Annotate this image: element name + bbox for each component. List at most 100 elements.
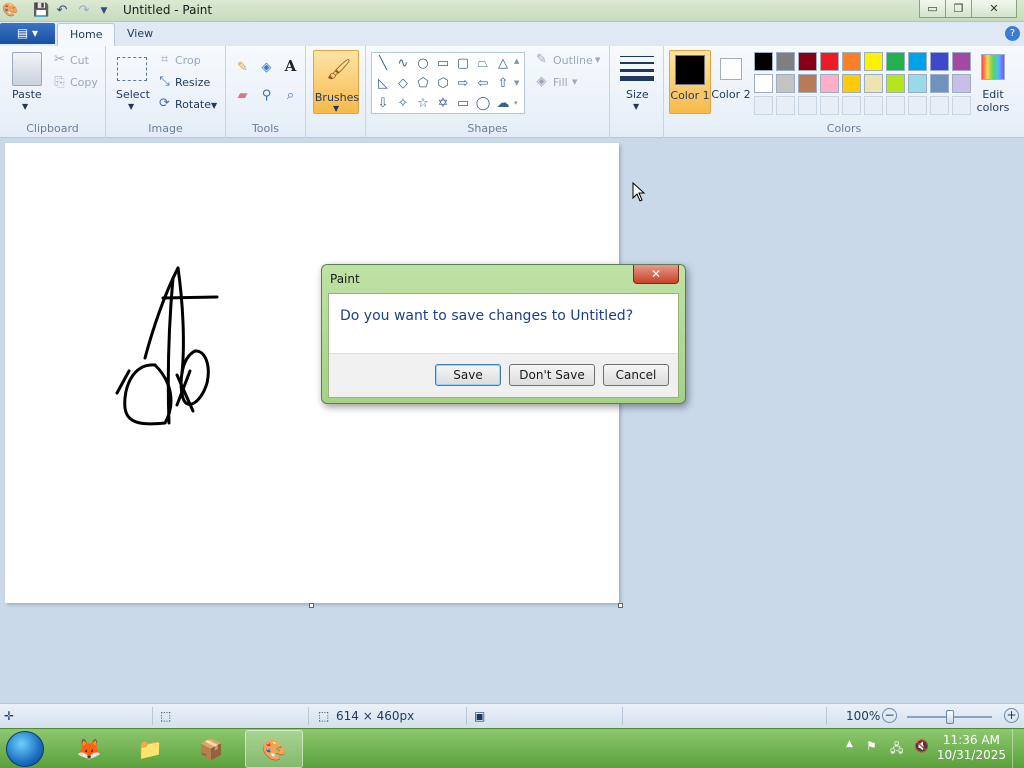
polygon-shape-icon[interactable]: ⏢ <box>474 55 492 72</box>
rectangle-shape-icon[interactable]: ▭ <box>434 55 452 72</box>
shapes-expand-icon[interactable]: ▾ <box>514 99 518 107</box>
select-icon[interactable] <box>117 57 147 81</box>
outline-dropdown-icon[interactable]: ▼ <box>595 56 600 64</box>
resize-handle-corner[interactable] <box>618 603 623 608</box>
diamond-shape-icon[interactable]: ◇ <box>394 75 412 92</box>
rotate-button[interactable]: Rotate <box>175 98 211 111</box>
line-shape-icon[interactable]: ╲ <box>374 55 392 72</box>
minimize-button[interactable]: ▭ <box>919 0 946 18</box>
dont-save-button[interactable]: Don't Save <box>509 364 595 386</box>
shapes-scroll-up-icon[interactable]: ▲ <box>514 57 519 65</box>
magnifier-icon[interactable]: ⌕ <box>282 88 299 105</box>
zoom-in-button[interactable]: + <box>1004 708 1019 723</box>
color-swatch[interactable] <box>886 74 905 93</box>
tab-view[interactable]: View <box>115 23 165 46</box>
fill-dropdown-icon[interactable]: ▼ <box>572 78 577 86</box>
color-picker-icon[interactable]: ⚲ <box>258 88 275 105</box>
fill-button[interactable]: Fill <box>553 76 568 89</box>
color-swatch[interactable] <box>930 74 949 93</box>
six-point-star-shape-icon[interactable]: ✡ <box>434 95 452 112</box>
crop-button[interactable]: Crop <box>175 54 201 67</box>
paste-icon[interactable] <box>12 52 42 86</box>
select-button[interactable]: Select <box>116 88 150 101</box>
cloud-callout-shape-icon[interactable]: ☁ <box>494 95 512 112</box>
customize-toolbar-icon[interactable]: ▼ <box>96 3 112 19</box>
outline-button[interactable]: Outline <box>553 54 593 67</box>
dialog-close-button[interactable]: ✕ <box>633 265 679 284</box>
maximize-button[interactable]: ❐ <box>945 0 972 18</box>
left-arrow-shape-icon[interactable]: ⇦ <box>474 75 492 92</box>
copy-button[interactable]: Copy <box>70 76 98 89</box>
close-button[interactable]: ✕ <box>971 0 1017 18</box>
custom-color-slot[interactable] <box>908 96 927 115</box>
rounded-rectangle-shape-icon[interactable]: ▢ <box>454 55 472 72</box>
tab-home[interactable]: Home <box>57 23 116 46</box>
color-swatch[interactable] <box>908 74 927 93</box>
show-hidden-icons-icon[interactable]: ▲ <box>846 739 853 749</box>
custom-color-slot[interactable] <box>754 96 773 115</box>
color-swatch[interactable] <box>820 74 839 93</box>
rotate-dropdown-icon[interactable]: ▼ <box>211 101 217 110</box>
action-center-icon[interactable]: ⚑ <box>866 739 877 753</box>
text-tool-icon[interactable]: A <box>282 59 299 76</box>
color-swatch[interactable] <box>842 74 861 93</box>
save-button[interactable]: Save <box>435 364 501 386</box>
color-swatch[interactable] <box>908 52 927 71</box>
color-swatch[interactable] <box>754 52 773 71</box>
color-swatch[interactable] <box>952 52 971 71</box>
color-swatch[interactable] <box>864 74 883 93</box>
cut-button[interactable]: Cut <box>70 54 89 67</box>
start-button[interactable] <box>6 731 44 767</box>
pentagon-shape-icon[interactable]: ⬠ <box>414 75 432 92</box>
oval-callout-shape-icon[interactable]: ◯ <box>474 95 492 112</box>
color-swatch[interactable] <box>842 52 861 71</box>
edit-colors-icon[interactable] <box>981 54 1005 80</box>
shapes-scroll-down-icon[interactable]: ▼ <box>514 79 519 87</box>
color-swatch[interactable] <box>798 52 817 71</box>
edit-colors-button[interactable]: Edit colors <box>975 88 1011 114</box>
paint-menu-button[interactable]: ▤ ▾ <box>0 23 55 44</box>
resize-button[interactable]: Resize <box>175 76 210 89</box>
fill-bucket-icon[interactable]: ◈ <box>258 60 275 77</box>
custom-color-slot[interactable] <box>820 96 839 115</box>
color2-button[interactable]: Color 2 <box>711 50 751 114</box>
hexagon-shape-icon[interactable]: ⬡ <box>434 75 452 92</box>
resize-handle-bottom[interactable] <box>309 603 314 608</box>
custom-color-slot[interactable] <box>952 96 971 115</box>
triangle-shape-icon[interactable]: △ <box>494 55 512 72</box>
right-arrow-shape-icon[interactable]: ⇨ <box>454 75 472 92</box>
paste-button[interactable]: Paste <box>12 88 42 101</box>
custom-color-slot[interactable] <box>930 96 949 115</box>
paint-taskbar-icon[interactable]: 🎨 <box>245 730 303 768</box>
custom-color-slot[interactable] <box>886 96 905 115</box>
volume-muted-icon[interactable]: 🔇 <box>914 739 929 753</box>
network-icon[interactable]: 🖧 <box>890 739 903 760</box>
paste-dropdown-icon[interactable]: ▼ <box>22 102 28 111</box>
file-explorer-icon[interactable]: 📁 <box>121 730 179 768</box>
five-point-star-shape-icon[interactable]: ☆ <box>414 95 432 112</box>
virtualbox-icon[interactable]: 📦 <box>182 730 240 768</box>
redo-icon[interactable]: ↷ <box>76 3 92 19</box>
rect-callout-shape-icon[interactable]: ▭ <box>454 95 472 112</box>
zoom-slider-thumb[interactable] <box>945 710 954 724</box>
size-dropdown-icon[interactable]: ▼ <box>633 102 639 111</box>
four-point-star-shape-icon[interactable]: ✧ <box>394 95 412 112</box>
custom-color-slot[interactable] <box>776 96 795 115</box>
save-quick-icon[interactable]: 💾 <box>33 3 49 19</box>
color-swatch[interactable] <box>930 52 949 71</box>
pencil-icon[interactable]: ✎ <box>234 60 251 77</box>
color1-button[interactable]: Color 1 <box>669 50 711 114</box>
zoom-out-button[interactable]: − <box>882 708 897 723</box>
color-swatch[interactable] <box>820 52 839 71</box>
show-desktop-button[interactable] <box>1012 729 1024 768</box>
cancel-button[interactable]: Cancel <box>603 364 669 386</box>
color-swatch[interactable] <box>798 74 817 93</box>
color-swatch[interactable] <box>952 74 971 93</box>
eraser-icon[interactable]: ▰ <box>234 88 251 105</box>
paint-app-icon[interactable]: 🎨 <box>2 3 18 19</box>
up-arrow-shape-icon[interactable]: ⇧ <box>494 75 512 92</box>
down-arrow-shape-icon[interactable]: ⇩ <box>374 95 392 112</box>
custom-color-slot[interactable] <box>842 96 861 115</box>
clock[interactable]: 11:36 AM 10/31/2025 <box>937 733 1006 763</box>
right-triangle-shape-icon[interactable]: ◺ <box>374 75 392 92</box>
